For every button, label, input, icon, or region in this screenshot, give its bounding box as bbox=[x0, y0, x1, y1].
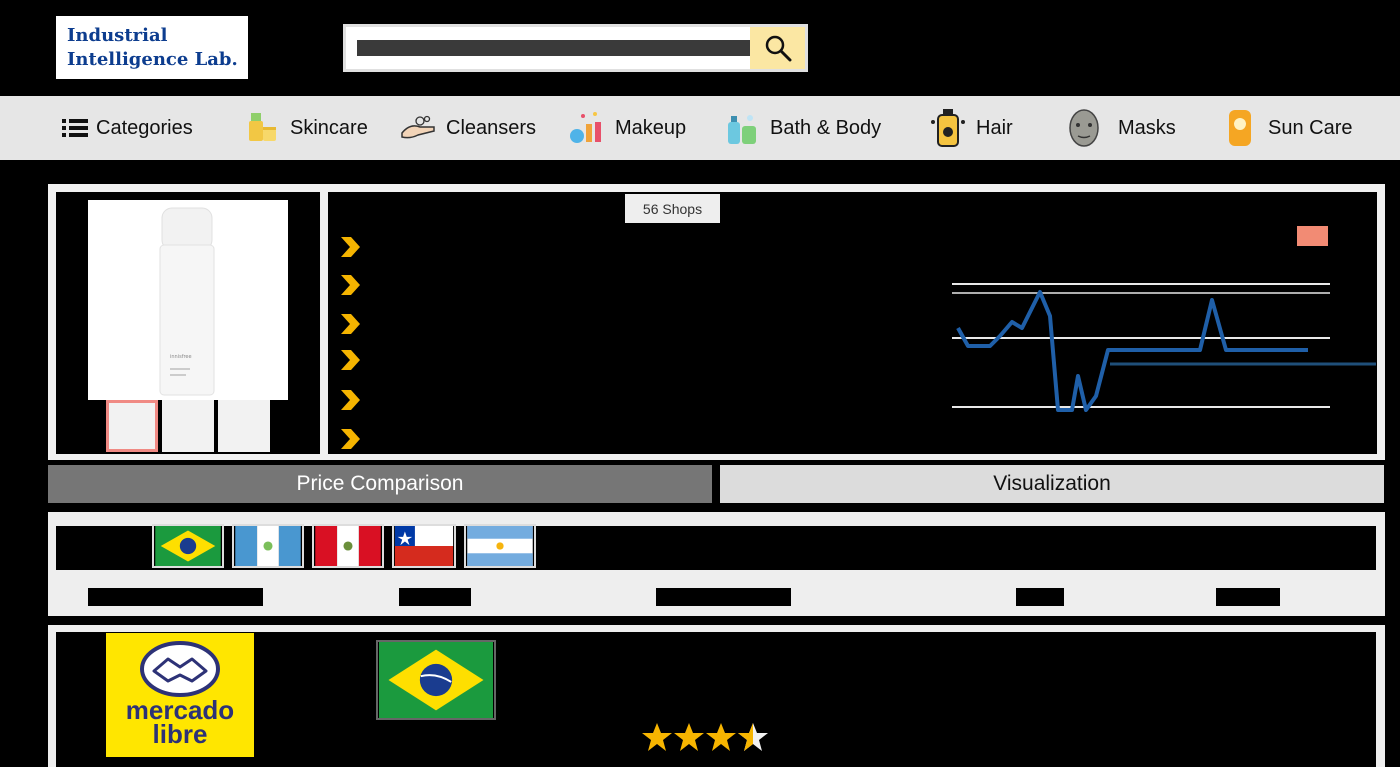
rating-stars bbox=[641, 721, 771, 753]
category-label: Bath & Body bbox=[770, 116, 882, 139]
menu-icon bbox=[62, 110, 88, 146]
logo-line1: Industrial bbox=[67, 25, 168, 46]
cleanser-icon bbox=[400, 110, 436, 146]
column-header-price bbox=[1016, 588, 1064, 606]
flag-brazil-icon[interactable] bbox=[152, 524, 224, 568]
thumbnail[interactable] bbox=[106, 400, 158, 452]
chevron-right-icon bbox=[341, 314, 360, 334]
star-half-icon bbox=[738, 723, 768, 751]
column-header-shop bbox=[88, 588, 263, 606]
search-button[interactable] bbox=[750, 27, 805, 69]
thumbnail[interactable] bbox=[218, 400, 270, 452]
category-skincare[interactable]: Skincare bbox=[244, 96, 368, 160]
logo[interactable]: Industrial Intelligence Lab. bbox=[56, 16, 248, 79]
flag-guatemala-icon[interactable] bbox=[232, 524, 304, 568]
category-label: Cleansers bbox=[446, 116, 537, 139]
category-label: Skincare bbox=[290, 116, 368, 139]
flag-peru-icon[interactable] bbox=[312, 524, 384, 568]
shop-name-line2: libre bbox=[153, 719, 208, 749]
sun-care-icon bbox=[1222, 110, 1258, 146]
category-makeup[interactable]: Makeup bbox=[569, 96, 686, 160]
star-full-icon bbox=[674, 723, 704, 751]
chevron-right-icon bbox=[341, 275, 360, 295]
thumbnail-strip bbox=[104, 400, 272, 456]
makeup-icon bbox=[569, 110, 605, 146]
svg-text:innisfree: innisfree bbox=[170, 354, 192, 360]
search-bar bbox=[343, 24, 808, 72]
category-label: Makeup bbox=[615, 116, 687, 139]
shops-badge: 56 Shops bbox=[625, 194, 720, 223]
star-full-icon bbox=[706, 723, 736, 751]
category-bath-body[interactable]: Bath & Body bbox=[724, 96, 881, 160]
category-label: Hair bbox=[976, 116, 1013, 139]
search-input[interactable] bbox=[357, 40, 751, 56]
flag-brazil-icon bbox=[376, 640, 496, 720]
category-cleansers[interactable]: Cleansers bbox=[400, 96, 536, 160]
chevron-right-icon bbox=[341, 390, 360, 410]
category-label: Masks bbox=[1118, 116, 1176, 139]
chevron-right-icon bbox=[341, 350, 360, 370]
category-sun-care[interactable]: Sun Care bbox=[1222, 96, 1353, 160]
tab-visualization[interactable]: Visualization bbox=[720, 465, 1384, 503]
chevron-right-icon bbox=[341, 237, 360, 257]
category-label: Categories bbox=[96, 116, 193, 139]
tab-price-comparison[interactable]: Price Comparison bbox=[48, 465, 712, 503]
flag-argentina-icon[interactable] bbox=[464, 524, 536, 568]
column-header-link bbox=[1216, 588, 1280, 606]
column-header-rating bbox=[656, 588, 791, 606]
chevron-right-icon bbox=[341, 429, 360, 449]
mercado-libre-logo[interactable]: mercado libre bbox=[106, 633, 254, 757]
category-masks[interactable]: Masks bbox=[1066, 96, 1176, 160]
column-header-country bbox=[399, 588, 471, 606]
hair-icon bbox=[930, 109, 966, 147]
category-label: Sun Care bbox=[1268, 116, 1353, 139]
thumbnail[interactable] bbox=[162, 400, 214, 452]
price-line bbox=[956, 290, 1308, 412]
logo-line2: Intelligence Lab. bbox=[67, 49, 238, 70]
bath-body-icon bbox=[724, 110, 760, 146]
category-bar: Categories Skincare Cleansers Makeup Bat… bbox=[0, 96, 1400, 160]
categories-menu[interactable]: Categories bbox=[62, 96, 193, 160]
price-trend-chart bbox=[952, 283, 1376, 412]
search-icon bbox=[765, 35, 791, 62]
skincare-icon bbox=[244, 110, 280, 146]
mask-icon bbox=[1066, 109, 1102, 147]
flag-chile-icon[interactable] bbox=[392, 524, 456, 568]
category-hair[interactable]: Hair bbox=[930, 96, 1013, 160]
star-full-icon bbox=[642, 723, 672, 751]
price-badge bbox=[1297, 226, 1328, 246]
product-image: innisfree bbox=[88, 200, 288, 400]
